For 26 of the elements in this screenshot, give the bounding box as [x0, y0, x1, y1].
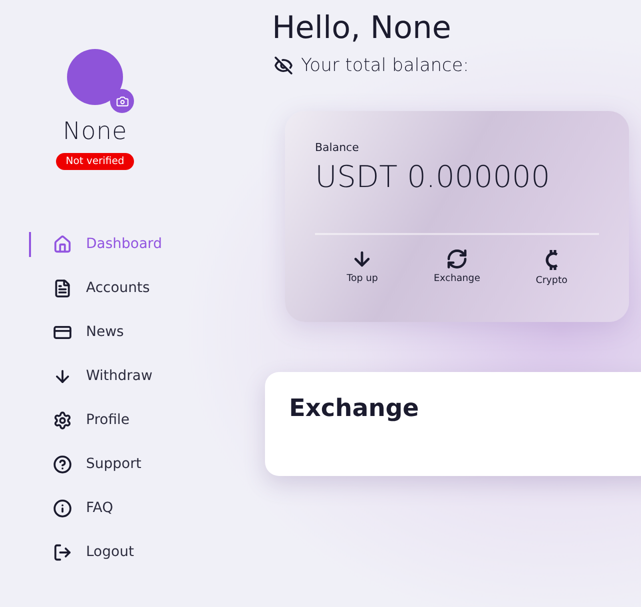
nav-item[interactable]: FAQ — [29, 486, 265, 530]
exchange-title: Exchange — [289, 394, 420, 422]
info-icon — [53, 498, 72, 518]
balance-caption: Your total balance: — [301, 55, 469, 76]
nav-item[interactable]: Accounts — [29, 266, 265, 310]
nav-item[interactable]: Logout — [29, 530, 265, 574]
exit-icon — [53, 542, 72, 562]
nav-item[interactable]: Support — [29, 442, 265, 486]
question-circle-icon — [53, 454, 72, 474]
home-icon — [53, 234, 72, 254]
user-name: None — [62, 117, 128, 145]
refresh-icon — [446, 248, 468, 270]
nav-item[interactable]: Withdraw — [29, 354, 265, 398]
balance-label: Balance — [315, 141, 360, 154]
action-button[interactable]: Crypto — [516, 248, 587, 286]
document-icon — [53, 278, 72, 298]
greeting-heading: Hello, None — [272, 10, 452, 46]
eye-off-icon[interactable] — [274, 56, 293, 75]
nav-item[interactable]: Profile — [29, 398, 265, 442]
verification-status: Not verified — [56, 153, 134, 170]
gear-icon — [53, 410, 72, 430]
nav-item[interactable]: News — [29, 310, 265, 354]
action-button[interactable]: Top up — [327, 248, 398, 286]
nav-item[interactable]: Dashboard — [29, 222, 265, 266]
action-button[interactable]: Exchange — [422, 248, 492, 286]
balance-amount: USDT 0.000000 — [315, 160, 552, 195]
